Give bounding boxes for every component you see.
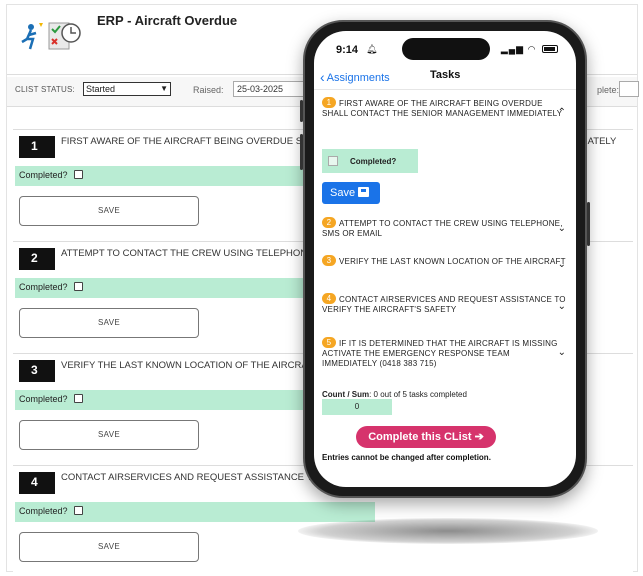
item-text: ATTEMPT TO CONTACT THE CREW USING TELEPH… xyxy=(322,219,563,238)
completed-label: Completed? xyxy=(19,506,68,516)
save-button[interactable]: SAVE xyxy=(19,420,199,450)
complete-date-label: plete: xyxy=(597,85,620,95)
chevron-down-icon: ▼ xyxy=(160,84,168,93)
accordion-item[interactable]: 3 VERIFY THE LAST KNOWN LOCATION OF THE A… xyxy=(322,255,566,270)
phone-notch xyxy=(402,38,490,60)
accordion-item[interactable]: 2 ATTEMPT TO CONTACT THE CREW USING TELEP… xyxy=(322,217,566,239)
chevron-up-icon: ⌃ xyxy=(557,107,566,118)
chevron-left-icon: ‹ xyxy=(320,69,325,85)
completed-checkbox[interactable] xyxy=(74,394,84,403)
item-text: IF IT IS DETERMINED THAT THE AIRCRAFT IS… xyxy=(322,339,558,368)
accordion-item-text: 5 IF IT IS DETERMINED THAT THE AIRCRAFT I… xyxy=(322,337,566,369)
item-number-badge: 2 xyxy=(322,217,336,228)
page-title: ERP - Aircraft Overdue xyxy=(97,13,238,28)
completion-note: Entries cannot be changed after completi… xyxy=(322,453,491,462)
accordion-item[interactable]: 1 FIRST AWARE OF THE AIRCRAFT BEING OVERD… xyxy=(322,97,566,119)
chevron-down-icon: ⌄ xyxy=(557,223,566,234)
accordion-item[interactable]: 5 IF IT IS DETERMINED THAT THE AIRCRAFT I… xyxy=(322,337,566,369)
save-label: Save xyxy=(330,187,356,199)
bell-icon: 🔔︎ xyxy=(366,44,378,54)
count-sum-title: Count / Sum xyxy=(322,390,370,399)
accordion-item-text: 1 FIRST AWARE OF THE AIRCRAFT BEING OVERD… xyxy=(322,97,566,119)
signal-icon: ▂▄▆ xyxy=(500,44,525,54)
clist-status-value: Started xyxy=(86,84,116,94)
completed-checkbox[interactable] xyxy=(74,506,84,515)
completed-checkbox[interactable] xyxy=(74,170,84,179)
completed-checkbox[interactable] xyxy=(328,156,338,166)
item-number-badge: 3 xyxy=(322,255,336,266)
completed-label: Completed? xyxy=(350,157,397,166)
item-text: CONTACT AIRSERVICES AND REQUEST ASSISTAN… xyxy=(322,295,566,314)
save-button[interactable]: SAVE xyxy=(19,308,199,338)
count-sum-text: : 0 out of 5 tasks completed xyxy=(369,390,467,399)
floppy-disk-icon xyxy=(358,187,370,197)
item-text: FIRST AWARE OF THE AIRCRAFT BEING OVERDU… xyxy=(322,99,563,118)
complete-clist-button[interactable]: Complete this CList ➔ xyxy=(356,426,496,448)
task-number: 1 xyxy=(19,136,55,158)
chevron-down-icon: ⌄ xyxy=(557,259,566,270)
phone-mute-switch xyxy=(300,100,303,122)
mobile-save-button[interactable]: Save xyxy=(322,182,380,204)
completed-label: Completed? xyxy=(19,170,68,180)
mobile-completed-toggle[interactable]: Completed? xyxy=(322,149,418,173)
erp-logo-icon xyxy=(21,22,81,50)
item-number-badge: 4 xyxy=(322,293,336,304)
count-sum-label: Count / Sum: 0 out of 5 tasks completed xyxy=(322,390,467,399)
status-icons: ▂▄▆ ◠ xyxy=(501,44,558,55)
complete-date-field[interactable] xyxy=(619,81,639,97)
accordion-item-text: 4 CONTACT AIRSERVICES AND REQUEST ASSISTA… xyxy=(322,293,566,315)
complete-clist-label: Complete this CList xyxy=(368,431,472,443)
nav-divider xyxy=(314,89,576,90)
completed-strip: Completed? xyxy=(15,502,375,522)
chevron-down-icon: ⌄ xyxy=(557,301,566,312)
nav-title: Tasks xyxy=(430,69,461,81)
completed-label: Completed? xyxy=(19,394,68,404)
accordion-item[interactable]: 4 CONTACT AIRSERVICES AND REQUEST ASSISTA… xyxy=(322,293,566,315)
phone-volume-up xyxy=(300,134,303,170)
phone-screen: 9:14 🔔︎ ▂▄▆ ◠ ‹ Assignments Tasks 1 FIRST … xyxy=(314,31,576,487)
accordion-item-text: 2 ATTEMPT TO CONTACT THE CREW USING TELEP… xyxy=(322,217,566,239)
raised-date-field[interactable]: 25-03-2025 xyxy=(233,81,305,97)
task-number: 3 xyxy=(19,360,55,382)
item-text: VERIFY THE LAST KNOWN LOCATION OF THE AI… xyxy=(339,257,566,266)
task-number: 4 xyxy=(19,472,55,494)
accordion-item-text: 3 VERIFY THE LAST KNOWN LOCATION OF THE A… xyxy=(322,255,566,267)
clist-status-select[interactable]: Started ▼ xyxy=(83,82,171,96)
clist-status-label: CLIST STATUS: xyxy=(15,85,75,94)
completed-checkbox[interactable] xyxy=(74,282,84,291)
arrow-right-icon: ➔ xyxy=(474,431,484,443)
save-button[interactable]: SAVE xyxy=(19,532,199,562)
chevron-down-icon: ⌄ xyxy=(557,347,566,358)
raised-label: Raised: xyxy=(193,85,224,95)
count-sum-value: 0 xyxy=(322,399,392,415)
back-button[interactable]: ‹ Assignments xyxy=(320,69,390,85)
battery-icon xyxy=(542,45,558,53)
task-number: 2 xyxy=(19,248,55,270)
completed-label: Completed? xyxy=(19,282,68,292)
phone-shadow xyxy=(298,518,598,544)
task-text-tail: IATELY xyxy=(585,136,617,147)
save-button[interactable]: SAVE xyxy=(19,196,199,226)
item-number-badge: 5 xyxy=(322,337,336,348)
back-label: Assignments xyxy=(326,72,390,84)
item-number-badge: 1 xyxy=(322,97,336,108)
phone-power-button xyxy=(587,202,590,246)
status-time: 9:14 xyxy=(336,44,359,56)
wifi-icon: ◠ xyxy=(527,44,537,54)
phone-frame: 9:14 🔔︎ ▂▄▆ ◠ ‹ Assignments Tasks 1 FIRST … xyxy=(300,20,590,498)
